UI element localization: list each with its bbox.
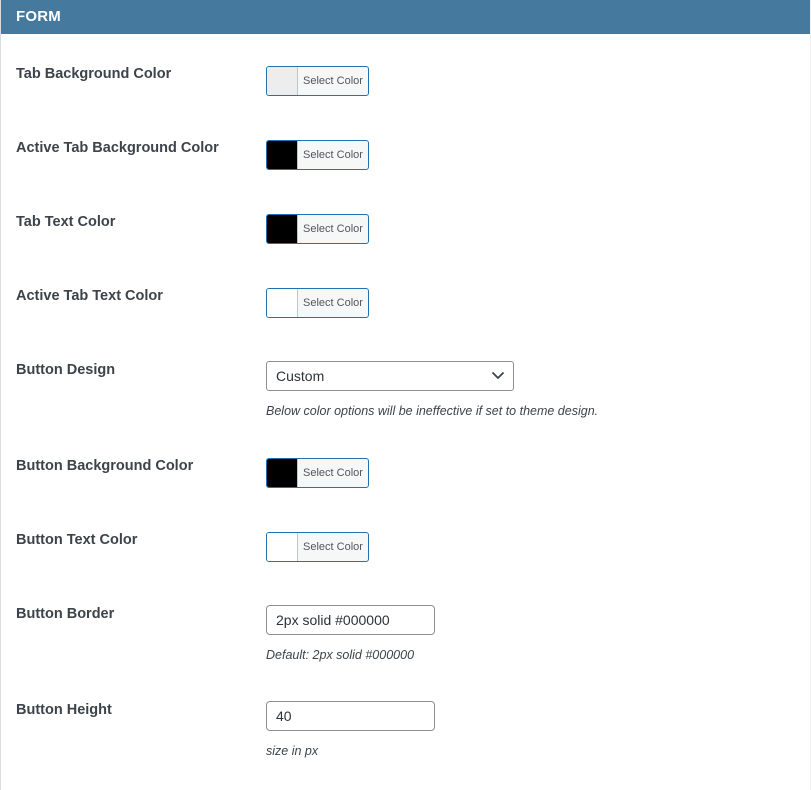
button-border-input[interactable]: 2px solid #000000 [266, 605, 435, 635]
color-picker-button[interactable]: Select Color [266, 458, 369, 488]
field-label: Active Tab Text Color [16, 288, 163, 304]
color-swatch [267, 215, 298, 243]
field-label: Button Background Color [16, 458, 194, 474]
chevron-down-icon [491, 371, 505, 380]
field-label: Button Border [16, 606, 115, 622]
color-picker-button[interactable]: Select Color [266, 214, 369, 244]
color-swatch [267, 289, 298, 317]
field-label: Button Text Color [16, 532, 138, 548]
color-picker-button[interactable]: Select Color [266, 140, 369, 170]
field-description: Below color options will be ineffective … [266, 404, 599, 418]
color-picker-button[interactable]: Select Color [266, 66, 369, 96]
field-label: Button Design [16, 362, 116, 378]
select-color-label: Select Color [303, 467, 363, 479]
color-swatch [267, 533, 298, 561]
select-color-label: Select Color [303, 75, 363, 87]
selected-value: Custom [276, 368, 325, 384]
select-color-label: Select Color [303, 297, 363, 309]
color-picker-button[interactable]: Select Color [266, 288, 369, 318]
color-swatch [267, 67, 298, 95]
color-picker-button[interactable]: Select Color [266, 532, 369, 562]
field-label: Button Height [16, 702, 112, 718]
field-label: Active Tab Background Color [16, 140, 219, 156]
select-color-label: Select Color [303, 541, 363, 553]
field-label: Tab Text Color [16, 214, 116, 230]
field-label: Tab Background Color [16, 66, 172, 82]
button-height-input[interactable]: 40 [266, 701, 435, 731]
field-description: size in px [266, 744, 319, 758]
field-description: Default: 2px solid #000000 [266, 648, 415, 662]
select-color-label: Select Color [303, 223, 363, 235]
color-swatch [267, 459, 298, 487]
form-settings-panel: FORM Tab Background Color Select Color A… [0, 0, 810, 790]
select-color-label: Select Color [303, 149, 363, 161]
color-swatch [267, 141, 298, 169]
section-header: FORM [1, 0, 810, 34]
button-design-select[interactable]: Custom [266, 361, 514, 391]
